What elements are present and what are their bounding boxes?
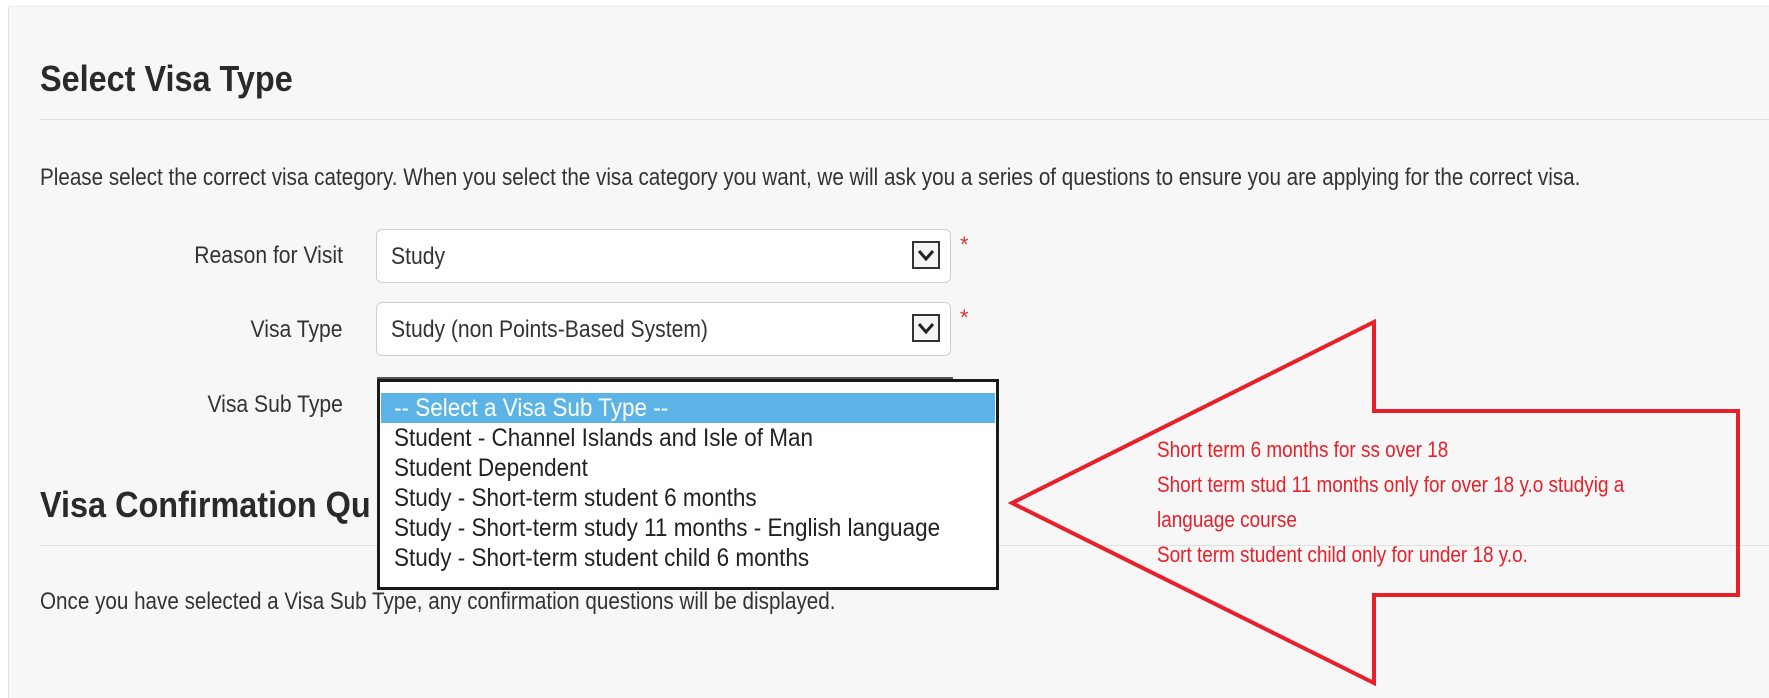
annotation-line: Sort term student child only for under 1…	[1157, 542, 1528, 567]
dropdown-option[interactable]: Student Dependent	[380, 453, 996, 483]
dropdown-option[interactable]: Study - Short-term study 11 months - Eng…	[380, 513, 996, 543]
required-asterisk: *	[960, 232, 969, 257]
reason-for-visit-select[interactable]: Study	[376, 229, 951, 283]
dropdown-option[interactable]: -- Select a Visa Sub Type --	[381, 393, 995, 423]
dropdown-option[interactable]: Study - Short-term student child 6 month…	[380, 543, 996, 573]
visa-category-instructions: Please select the correct visa category.…	[40, 164, 1581, 191]
annotation-line: Short term 6 months for ss over 18	[1157, 437, 1449, 462]
reason-for-visit-value: Study	[391, 243, 446, 270]
chevron-down-icon[interactable]	[912, 241, 940, 269]
visa-sub-type-dropdown[interactable]: -- Select a Visa Sub Type -- Student - C…	[377, 379, 999, 590]
annotation-line: Short term stud 11 months only for over …	[1157, 472, 1625, 497]
annotation-line: language course	[1157, 507, 1297, 532]
reason-for-visit-label: Reason for Visit	[194, 242, 343, 269]
visa-type-select[interactable]: Study (non Points-Based System)	[376, 302, 951, 356]
section-divider	[40, 119, 1769, 120]
confirmation-instructions: Once you have selected a Visa Sub Type, …	[40, 588, 836, 615]
visa-confirmation-heading: Visa Confirmation Qu	[40, 484, 371, 525]
select-visa-type-heading: Select Visa Type	[40, 58, 293, 99]
visa-type-label: Visa Type	[251, 316, 343, 343]
required-asterisk: *	[960, 305, 969, 330]
dropdown-option[interactable]: Study - Short-term student 6 months	[380, 483, 996, 513]
visa-type-value: Study (non Points-Based System)	[391, 316, 708, 343]
annotation-note: Short term 6 months for ss over 18 Short…	[1157, 432, 1737, 572]
visa-sub-type-label: Visa Sub Type	[207, 391, 343, 418]
chevron-down-icon[interactable]	[912, 314, 940, 342]
dropdown-option[interactable]: Student - Channel Islands and Isle of Ma…	[380, 423, 996, 453]
